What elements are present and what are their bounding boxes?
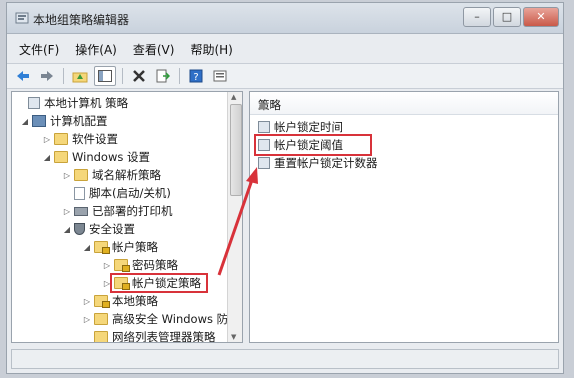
group-policy-editor-window: 本地组策略编辑器 – □ ✕ 文件(F) 操作(A) 查看(V) 帮助(H) ?… [6,2,564,374]
annotation-arrow [217,167,258,276]
